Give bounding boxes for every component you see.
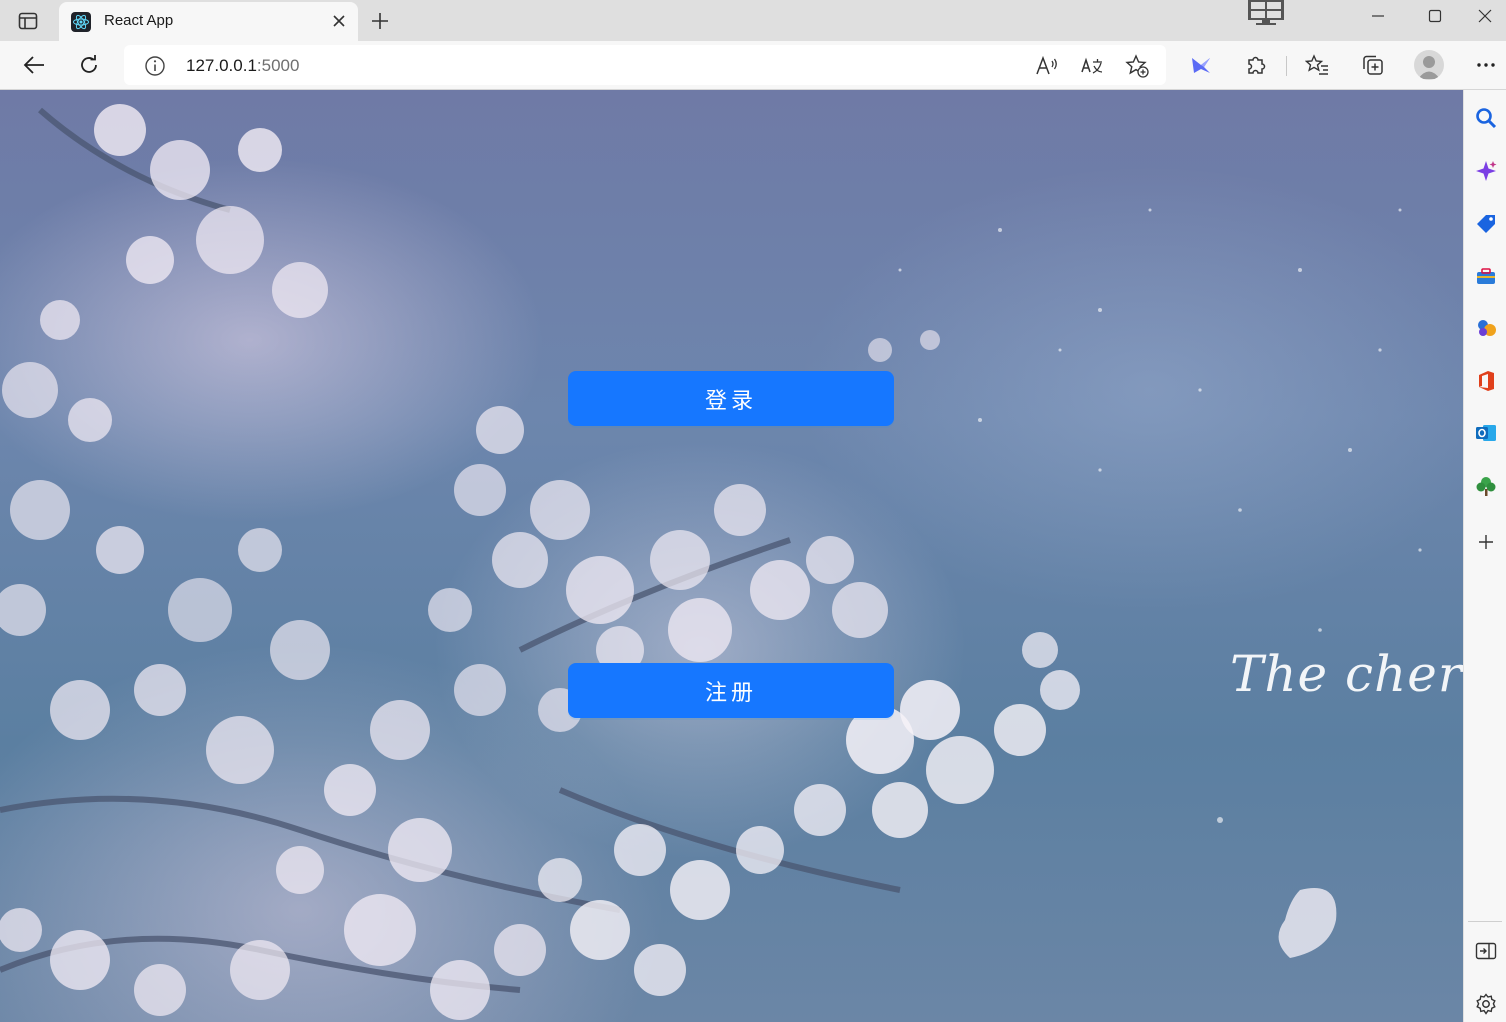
read-aloud-icon [1036, 55, 1057, 75]
games-icon [1478, 320, 1496, 336]
sidebar-tools-button[interactable] [1472, 262, 1500, 290]
url-text[interactable]: 127.0.0.1:5000 [186, 56, 299, 76]
collections-icon [1363, 55, 1383, 75]
puzzle-icon [1248, 56, 1266, 74]
plus-icon [372, 13, 388, 29]
minimize-icon [1372, 15, 1384, 17]
favorites-button[interactable] [1301, 50, 1333, 80]
sidebar-divider [1468, 921, 1502, 922]
close-tab-button[interactable] [330, 12, 348, 30]
tab-strip: React App [0, 0, 1506, 41]
maximize-icon [1428, 9, 1442, 23]
shopping-icon [1477, 215, 1495, 233]
decorative-script-text: The cherry [1230, 645, 1463, 703]
sidebar-shopping-button[interactable] [1472, 209, 1500, 237]
edge-sidebar [1463, 90, 1506, 1022]
sidebar-copilot-button[interactable] [1472, 157, 1500, 185]
tab-actions-icon [18, 12, 38, 30]
more-button[interactable] [1470, 50, 1502, 80]
favorites-icon [1305, 54, 1328, 75]
sidebar-search-button[interactable] [1472, 104, 1500, 132]
extensions-button[interactable] [1240, 50, 1272, 80]
settings-icon [1476, 993, 1496, 1015]
copilot-extension-button[interactable] [1185, 50, 1217, 80]
add-favorite-button[interactable] [1124, 53, 1150, 79]
info-icon[interactable] [144, 55, 166, 77]
close-icon [333, 15, 345, 27]
workspace-icon[interactable] [1244, 0, 1288, 26]
register-button[interactable]: 注册 [568, 663, 894, 718]
react-logo-icon [71, 12, 91, 32]
back-button[interactable] [18, 50, 50, 80]
window-close-button[interactable] [1464, 0, 1506, 32]
copilot-extension-icon [1192, 58, 1210, 73]
maximize-button[interactable] [1407, 0, 1463, 32]
sidebar-toggle-button[interactable] [1472, 937, 1500, 965]
back-arrow-icon [23, 56, 44, 74]
sidebar-games-button[interactable] [1472, 314, 1500, 342]
add-icon [1479, 535, 1493, 549]
tab-title: React App [104, 12, 174, 29]
active-tab[interactable]: React App [59, 2, 358, 41]
login-button[interactable]: 登录 [568, 371, 894, 426]
copilot-icon [1476, 161, 1497, 181]
tools-icon [1477, 268, 1495, 284]
address-bar[interactable]: 127.0.0.1:5000 [124, 45, 1166, 85]
search-icon [1476, 108, 1497, 129]
tab-actions-button[interactable] [14, 8, 42, 34]
sidebar-toggle-icon [1475, 942, 1497, 960]
translate-button[interactable] [1079, 53, 1105, 79]
page-viewport: The cherry 登录 注册 [0, 90, 1463, 1022]
minimize-button[interactable] [1350, 0, 1406, 32]
browser-toolbar: 127.0.0.1:5000 [0, 41, 1506, 90]
sidebar-office-button[interactable] [1472, 367, 1500, 395]
star-add-icon [1125, 54, 1149, 78]
url-port: :5000 [256, 56, 300, 75]
close-icon [1478, 9, 1492, 23]
refresh-button[interactable] [73, 50, 105, 80]
cherry-blossom-background [0, 104, 1422, 1020]
sidebar-settings-button[interactable] [1472, 990, 1500, 1018]
new-tab-button[interactable] [366, 8, 394, 34]
toolbar-divider [1286, 56, 1287, 76]
translate-icon [1081, 57, 1103, 74]
profile-avatar[interactable] [1414, 50, 1444, 80]
sidebar-outlook-button[interactable] [1472, 419, 1500, 447]
more-icon [1477, 63, 1495, 67]
read-aloud-button[interactable] [1034, 53, 1060, 79]
refresh-icon [81, 55, 97, 73]
tree-icon [1476, 477, 1496, 496]
sidebar-add-button[interactable] [1472, 528, 1500, 556]
outlook-icon [1476, 425, 1496, 441]
office-icon [1479, 371, 1494, 391]
collections-button[interactable] [1357, 50, 1389, 80]
url-host: 127.0.0.1 [186, 56, 257, 75]
sidebar-tree-button[interactable] [1472, 472, 1500, 500]
avatar-icon [1418, 56, 1440, 79]
